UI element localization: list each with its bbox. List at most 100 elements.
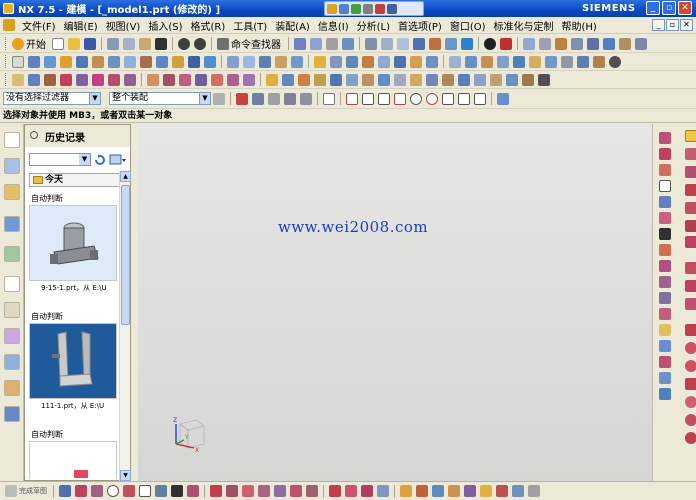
arc-icon[interactable] [91,485,103,497]
menu-insert[interactable]: 插入(S) [144,18,186,33]
quick-trim-icon[interactable] [210,485,222,497]
intersection-point-icon[interactable] [290,485,302,497]
history-icon[interactable] [4,276,20,292]
new-file-icon[interactable] [52,37,64,50]
panel-splitter[interactable] [131,124,138,481]
hide-icon[interactable] [555,37,567,50]
section-view-icon[interactable] [500,37,512,50]
sync-move-icon[interactable] [449,55,461,68]
menu-file[interactable]: 文件(F) [18,18,60,33]
menu-view[interactable]: 视图(V) [102,18,145,33]
thicken-icon[interactable] [378,55,390,68]
profile-icon[interactable] [59,485,71,497]
snap-existing-icon[interactable] [442,92,454,105]
menu-edit[interactable]: 编辑(E) [60,18,102,33]
part-navigator-icon[interactable] [4,184,20,200]
extrude-icon[interactable] [44,55,56,68]
boss-icon[interactable] [92,55,104,68]
undo-select-icon[interactable] [268,92,280,105]
line-icon[interactable] [28,73,40,86]
menu-standardize[interactable]: 标准化与定制 [490,18,558,33]
emboss-icon[interactable] [172,55,184,68]
join-curve-icon[interactable] [195,73,207,86]
offset-tool-icon[interactable] [685,202,696,214]
history-thumbnail-part[interactable] [29,205,117,281]
background-icon[interactable] [619,37,631,50]
keyboard-icon[interactable] [375,3,385,14]
block-icon[interactable] [188,55,200,68]
hole-icon[interactable] [76,55,88,68]
trim-body-icon[interactable] [275,55,287,68]
pocket-icon[interactable] [108,55,120,68]
evaluate-sketch-icon[interactable] [464,485,476,497]
visual-effects-icon[interactable] [635,37,647,50]
render-style-icon[interactable] [484,37,496,50]
snap-curve-icon[interactable] [394,92,406,105]
point-icon[interactable] [171,485,183,497]
save-icon[interactable] [84,37,96,50]
manufacturing-wizard-icon[interactable] [4,354,20,370]
display-constraints-icon[interactable] [361,485,373,497]
through-mesh-icon[interactable] [282,73,294,86]
unite-icon[interactable] [227,55,239,68]
datum-plane-icon[interactable] [28,55,40,68]
intersect-tool-icon[interactable] [685,298,696,310]
infer-settings-icon[interactable] [685,414,696,426]
menu-info[interactable]: 信息(I) [314,18,353,33]
update-model-icon[interactable] [432,485,444,497]
make-corner-icon[interactable] [242,485,254,497]
x-form-icon[interactable] [474,73,486,86]
open-folder-icon[interactable] [68,37,80,50]
edge-blend-icon[interactable] [314,55,326,68]
surface-more-icon[interactable] [538,73,550,86]
fillet-tool-icon[interactable] [685,166,696,178]
workplane-icon[interactable] [523,37,535,50]
intersection-curve-icon[interactable] [227,73,239,86]
refresh-icon[interactable] [93,153,107,166]
section-curve-icon[interactable] [243,73,255,86]
join-tool-icon[interactable] [659,308,671,320]
helix-tool-icon[interactable] [659,276,671,288]
styled-blend-icon[interactable] [458,73,470,86]
offset-surface-icon[interactable] [410,73,422,86]
patch-icon[interactable] [394,73,406,86]
constraints-icon[interactable] [345,485,357,497]
geometric-constraint-icon[interactable] [685,360,696,372]
lasso-icon[interactable] [300,92,312,105]
text-tool-icon[interactable] [659,228,671,240]
snap-midpoint-icon[interactable] [362,92,374,105]
doc-restore-button[interactable]: ▫ [666,19,679,31]
arc-icon[interactable] [44,73,56,86]
offset-curve-icon[interactable] [163,73,175,86]
helix-icon[interactable] [92,73,104,86]
extend-tool-icon[interactable] [685,236,696,248]
copy-face-icon[interactable] [577,55,589,68]
chamfer-tool-icon[interactable] [685,184,696,196]
undo-icon[interactable] [178,37,190,50]
pull-face-icon[interactable] [529,55,541,68]
menu-help[interactable]: 帮助(H) [558,18,601,33]
delay-evaluation-icon[interactable] [448,485,460,497]
rectangle-icon[interactable] [139,485,151,497]
measure-tool-icon[interactable] [685,324,696,336]
snap-view-icon[interactable] [539,37,551,50]
derived-lines-icon[interactable] [306,485,318,497]
offset-face-icon[interactable] [426,55,438,68]
tools-icon[interactable] [387,3,397,14]
snap-on-curve-icon[interactable] [474,92,486,105]
pattern-icon[interactable] [394,55,406,68]
enlarge-icon[interactable] [522,73,534,86]
snap-endpoint-icon[interactable] [346,92,358,105]
start-button[interactable]: 开始 [26,36,46,51]
through-curves-icon[interactable] [266,73,278,86]
sketch-task-icon[interactable] [685,130,696,142]
auto-constraint-icon[interactable] [659,372,671,384]
shaded-sketch-icon[interactable] [496,485,508,497]
matching-edge-icon[interactable] [506,73,518,86]
orient-view-icon[interactable] [400,485,412,497]
inferred-constraints-icon[interactable] [512,485,524,497]
save-icon[interactable] [327,3,337,14]
more-features-icon[interactable] [609,55,621,68]
mirror-face-icon[interactable] [561,55,573,68]
history-thumbnail-part[interactable] [29,323,117,399]
